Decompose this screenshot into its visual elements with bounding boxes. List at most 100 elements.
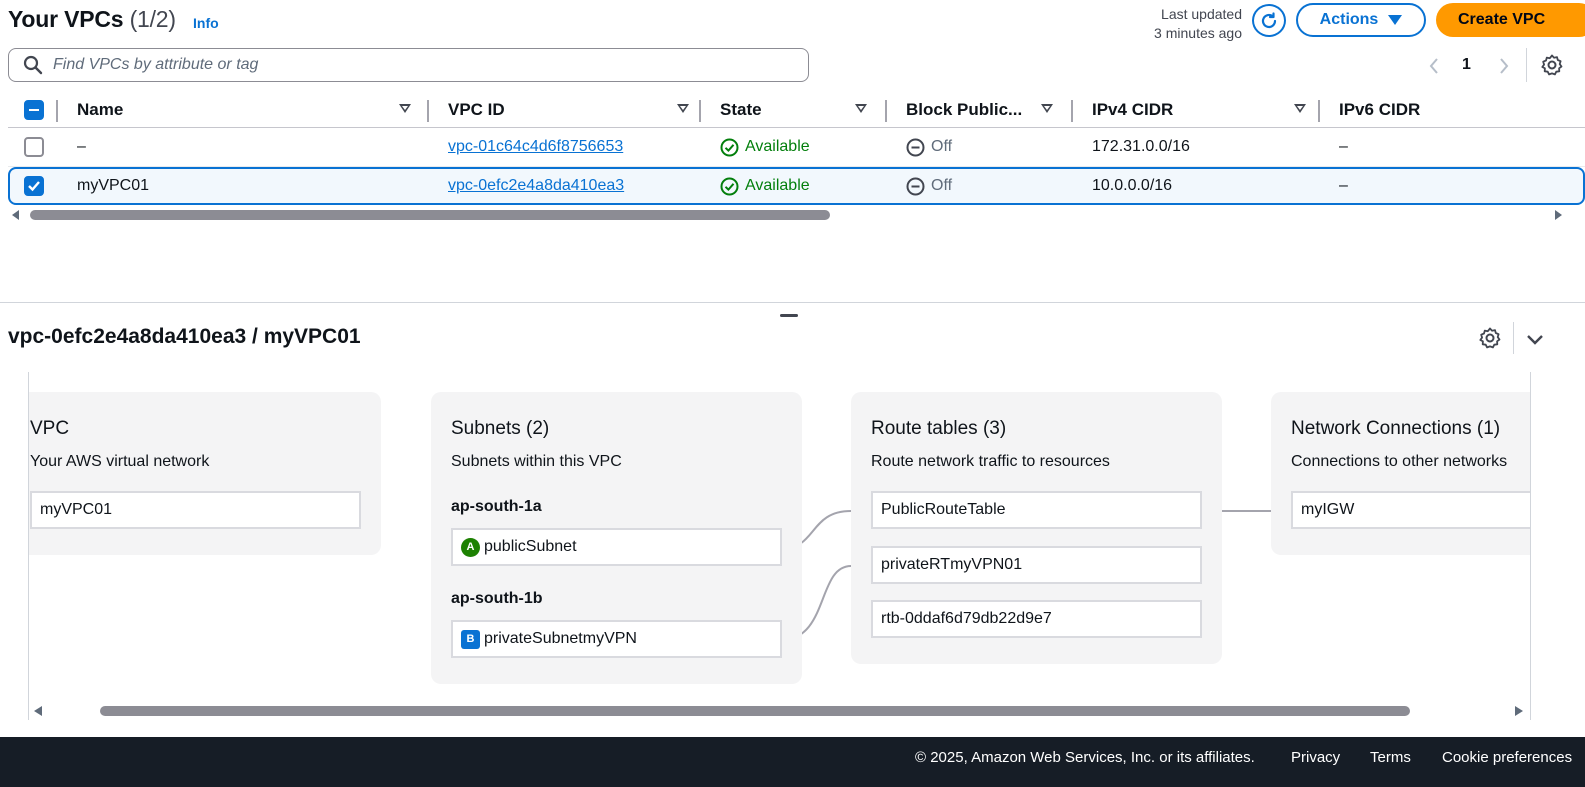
chevron-left-icon — [1429, 58, 1438, 74]
availability-zone-label: ap-south-1b — [451, 590, 543, 607]
info-link[interactable]: Info — [193, 15, 219, 31]
previous-page-button[interactable] — [1424, 54, 1444, 78]
sort-icon[interactable] — [677, 104, 689, 113]
scrollbar-thumb[interactable] — [30, 210, 830, 220]
vpc-card: VPC Your AWS virtual network myVPC01 — [29, 392, 381, 555]
block-public-label: Off — [931, 177, 953, 194]
card-subtitle: Route network traffic to resources — [871, 453, 1110, 470]
block-public-label: Off — [931, 138, 953, 155]
resource-map: VPC Your AWS virtual network myVPC01 Sub… — [28, 372, 1531, 720]
sort-icon[interactable] — [1041, 104, 1053, 113]
selection-count: (1/2) — [129, 6, 176, 32]
status-off-icon — [906, 177, 925, 195]
column-separator[interactable] — [699, 100, 701, 122]
column-header-vpc-id[interactable]: VPC ID — [448, 92, 700, 128]
privacy-link[interactable]: Privacy — [1291, 749, 1340, 766]
column-header-name[interactable]: Name — [77, 92, 422, 128]
table-row-selected[interactable]: myVPC01 vpc-0efc2e4a8da410ea3 Available … — [8, 167, 1585, 205]
card-title: Subnets (2) — [451, 418, 550, 439]
next-page-button[interactable] — [1494, 54, 1514, 78]
divider — [1513, 322, 1514, 354]
internet-gateway-node[interactable]: myIGW — [1291, 491, 1530, 529]
column-header-ipv6-cidr[interactable]: IPv6 CIDR — [1339, 92, 1539, 128]
column-header-state[interactable]: State — [720, 92, 885, 128]
cell-ipv6-cidr: – — [1339, 177, 1348, 194]
column-header-block-public[interactable]: Block Public... — [906, 92, 1071, 128]
split-panel-resize-handle[interactable] — [780, 314, 798, 317]
column-header-label: IPv6 CIDR — [1339, 100, 1421, 119]
last-updated-label: Last updated — [1161, 6, 1242, 22]
card-subtitle: Connections to other networks — [1291, 453, 1508, 470]
card-title: Route tables (3) — [871, 418, 1007, 439]
route-table-node[interactable]: PublicRouteTable — [871, 491, 1202, 529]
column-header-label: VPC ID — [448, 100, 505, 119]
row-checkbox[interactable] — [24, 137, 44, 157]
refresh-button[interactable] — [1252, 4, 1286, 37]
route-table-node[interactable]: rtb-0ddaf6d79db22d9e7 — [871, 600, 1202, 638]
column-header-label: State — [720, 100, 762, 119]
sort-icon[interactable] — [1294, 104, 1306, 113]
column-separator[interactable] — [427, 100, 429, 122]
scroll-right-arrow[interactable] — [1555, 210, 1562, 220]
copyright-text: © 2025, Amazon Web Services, Inc. or its… — [915, 749, 1255, 766]
subnet-node[interactable]: A publicSubnet — [451, 528, 782, 566]
network-connections-card: Network Connections (1) Connections to o… — [1271, 392, 1530, 555]
page-title: Your VPCs (1/2) — [8, 6, 176, 33]
card-subtitle: Your AWS virtual network — [30, 453, 210, 470]
card-title: VPC — [30, 418, 70, 439]
scroll-left-arrow[interactable] — [34, 706, 42, 716]
gear-icon[interactable] — [1540, 53, 1564, 77]
page-number[interactable]: 1 — [1462, 56, 1471, 74]
search-bar — [8, 48, 809, 82]
checkbox-check-icon — [28, 181, 40, 192]
terms-link[interactable]: Terms — [1370, 749, 1411, 766]
cell-state: Available — [720, 168, 810, 204]
cell-block-public: Off — [906, 168, 952, 204]
card-subtitle: Subnets within this VPC — [451, 453, 622, 470]
table-header: Name VPC ID State Block Public... IPv4 C… — [8, 92, 1585, 128]
chevron-down-icon[interactable] — [1524, 328, 1546, 350]
scrollbar-thumb[interactable] — [100, 706, 1410, 716]
subnet-node[interactable]: B privateSubnetmyVPN — [451, 620, 782, 658]
status-ok-icon — [720, 177, 739, 195]
vpc-id-link[interactable]: vpc-0efc2e4a8da410ea3 — [448, 168, 624, 204]
gear-icon[interactable] — [1478, 326, 1502, 350]
sort-icon[interactable] — [855, 104, 867, 113]
column-header-ipv4-cidr[interactable]: IPv4 CIDR — [1092, 92, 1322, 128]
route-table-node[interactable]: privateRTmyVPN01 — [871, 546, 1202, 584]
table-row[interactable]: – vpc-01c64c4d6f8756653 Available Off 17… — [8, 129, 1585, 167]
scroll-right-arrow[interactable] — [1515, 706, 1523, 716]
vpc-list-panel: Your VPCs (1/2) Info Last updated 3 minu… — [0, 0, 1585, 303]
availability-zone-label: ap-south-1a — [451, 498, 542, 515]
last-updated: Last updated 3 minutes ago — [1120, 5, 1242, 43]
table-horizontal-scrollbar[interactable] — [8, 206, 1585, 224]
route-tables-card: Route tables (3) Route network traffic t… — [851, 392, 1222, 664]
status-off-icon — [906, 138, 925, 156]
column-separator[interactable] — [1071, 100, 1073, 122]
select-all-checkbox[interactable] — [24, 100, 44, 120]
sort-icon[interactable] — [399, 104, 411, 113]
card-title: Network Connections (1) — [1291, 418, 1501, 439]
cell-name: myVPC01 — [77, 177, 150, 194]
status-ok-icon — [720, 138, 739, 156]
create-vpc-button[interactable]: Create VPC — [1436, 3, 1585, 37]
subnets-card: Subnets (2) Subnets within this VPC ap-s… — [431, 392, 802, 684]
vpc-node[interactable]: myVPC01 — [30, 491, 361, 529]
cookie-preferences-link[interactable]: Cookie preferences — [1442, 749, 1572, 766]
column-header-label: IPv4 CIDR — [1092, 100, 1174, 119]
divider — [1526, 48, 1527, 82]
resource-map-horizontal-scrollbar[interactable] — [28, 703, 1531, 721]
create-vpc-label: Create VPC — [1458, 11, 1546, 28]
row-checkbox[interactable] — [24, 176, 44, 196]
vpc-id-link[interactable]: vpc-01c64c4d6f8756653 — [448, 129, 623, 165]
scroll-left-arrow[interactable] — [12, 210, 19, 220]
column-separator[interactable] — [885, 100, 887, 122]
az-a-badge-icon: A — [461, 537, 480, 557]
last-updated-time: 3 minutes ago — [1154, 25, 1242, 41]
actions-label: Actions — [1319, 11, 1379, 28]
subnet-label: privateSubnetmyVPN — [484, 630, 637, 647]
cell-ipv6-cidr: – — [1339, 138, 1348, 155]
column-separator[interactable] — [1318, 100, 1320, 122]
search-input[interactable] — [53, 56, 753, 74]
actions-button[interactable]: Actions — [1296, 3, 1426, 37]
